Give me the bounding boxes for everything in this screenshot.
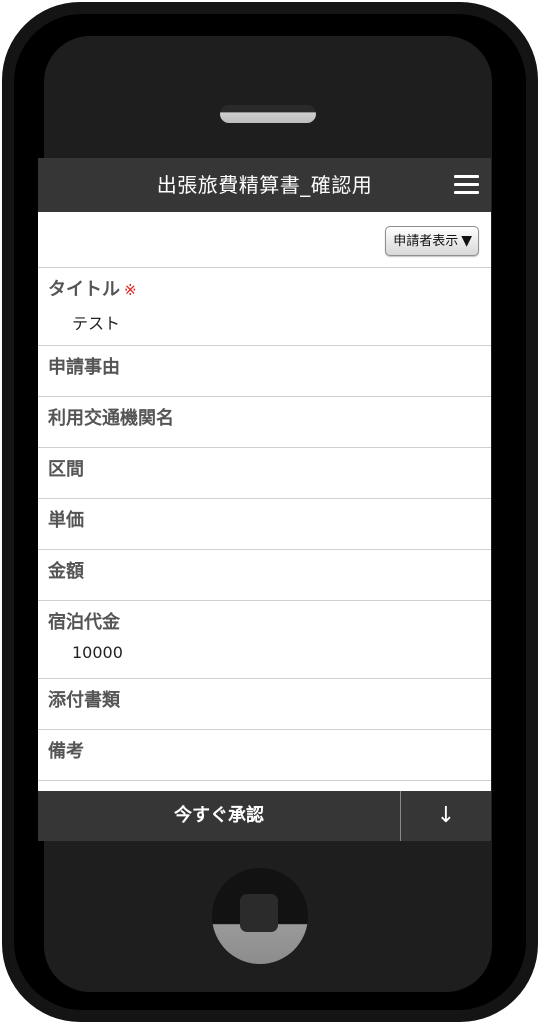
field-lodging: 宿泊代金 10000 [38, 601, 491, 679]
field-label: 金額 [48, 561, 84, 582]
field-label: 利用交通機関名 [48, 408, 174, 429]
field-value: 10000 [72, 643, 123, 662]
field-value: テスト [72, 314, 121, 333]
phone-frame: 出張旅費精算書_確認用 申請者表示 ▼ タイトル ※ テスト 申請事由 利用交通機関… [0, 0, 540, 1024]
hamburger-menu-icon[interactable] [454, 175, 479, 195]
field-label: 単価 [48, 510, 84, 531]
field-label: タイトル [48, 279, 120, 300]
field-label: 添付書類 [48, 690, 120, 711]
arrow-down-icon[interactable]: ↓ [401, 791, 491, 841]
home-square-icon [240, 894, 278, 932]
triangle-down-icon: ▼ [461, 233, 472, 249]
field-label: 備考 [48, 741, 84, 762]
field-label: 宿泊代金 [48, 612, 120, 633]
required-mark: ※ [124, 281, 137, 299]
form-fields: タイトル ※ テスト 申請事由 利用交通機関名 区間 単価 金額 宿泊代金 100… [38, 268, 491, 781]
field-unit-price: 単価 [38, 499, 491, 550]
field-title: タイトル ※ テスト [38, 268, 491, 346]
field-reason: 申請事由 [38, 346, 491, 397]
action-bar: 今すぐ承認 ↓ [38, 791, 491, 841]
toolbar: 申請者表示 ▼ [38, 212, 491, 268]
page-title: 出張旅費精算書_確認用 [156, 173, 373, 197]
phone-speaker [220, 105, 316, 123]
field-attachments: 添付書類 [38, 679, 491, 730]
show-applicant-label: 申請者表示 [393, 234, 459, 249]
show-applicant-button[interactable]: 申請者表示 ▼ [385, 226, 479, 256]
app-header: 出張旅費精算書_確認用 [38, 158, 491, 212]
home-button[interactable] [212, 868, 308, 964]
field-remarks: 備考 [38, 730, 491, 781]
field-transport: 利用交通機関名 [38, 397, 491, 448]
field-label: 申請事由 [48, 357, 120, 378]
field-section: 区間 [38, 448, 491, 499]
field-label: 区間 [48, 459, 84, 480]
approve-now-button[interactable]: 今すぐ承認 [38, 791, 400, 841]
field-amount: 金額 [38, 550, 491, 601]
phone-screen: 出張旅費精算書_確認用 申請者表示 ▼ タイトル ※ テスト 申請事由 利用交通機関… [38, 158, 491, 841]
